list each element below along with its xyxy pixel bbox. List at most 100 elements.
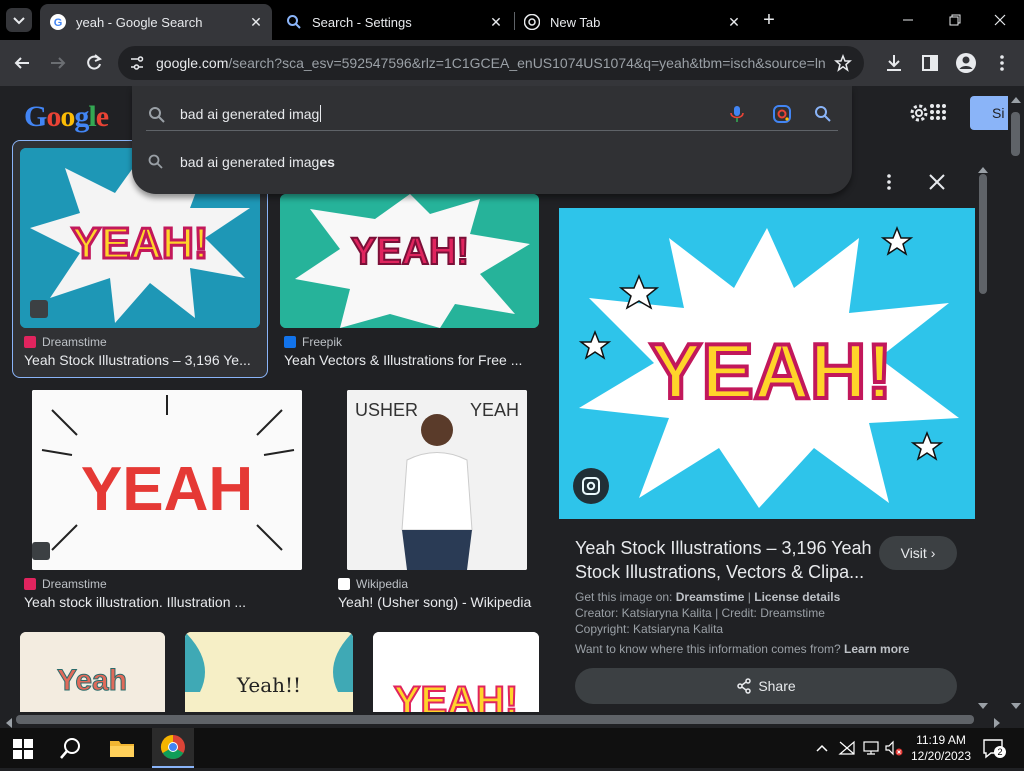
close-icon[interactable]: ✕ (486, 14, 506, 31)
ethernet-status-button[interactable] (862, 740, 880, 756)
volume-button[interactable] (884, 740, 904, 756)
panel-more-button[interactable] (877, 170, 901, 194)
scroll-right-icon[interactable] (994, 715, 1002, 728)
get-image-source-link[interactable]: Dreamstime (676, 590, 745, 604)
side-panel-button[interactable] (918, 51, 942, 75)
site-info-icon[interactable] (128, 54, 146, 72)
freepik-icon (284, 336, 296, 348)
search-submit-icon[interactable] (814, 105, 832, 123)
show-hidden-icons-button[interactable] (814, 740, 830, 756)
panel-close-button[interactable] (925, 170, 949, 194)
result-source[interactable]: Dreamstime (24, 577, 107, 591)
taskbar-search-button[interactable] (58, 736, 84, 762)
result-image-5[interactable]: Yeah (20, 632, 165, 712)
comic-burst-image: YEAH! (280, 194, 539, 328)
address-bar[interactable]: google.com/search?sca_esv=592547596&rlz=… (118, 46, 864, 80)
voice-search-icon[interactable] (728, 104, 746, 124)
chevron-up-icon (816, 744, 828, 752)
url-text[interactable]: google.com/search?sca_esv=592547596&rlz=… (156, 55, 826, 71)
result-source[interactable]: Freepik (284, 335, 342, 349)
downloads-button[interactable] (882, 51, 906, 75)
start-button[interactable] (12, 738, 34, 760)
visit-button[interactable]: Visit › (879, 536, 957, 570)
tab-yeah-google-search[interactable]: G yeah - Google Search ✕ (40, 4, 272, 40)
result-source[interactable]: Wikipedia (338, 577, 408, 591)
result-title[interactable]: Yeah stock illustration. Illustration ..… (24, 594, 274, 610)
image-text-right: YEAH (470, 400, 519, 420)
panel-scrollbar[interactable] (976, 156, 990, 712)
album-cover-image: USHER YEAH (347, 390, 527, 570)
chrome-icon (524, 14, 540, 30)
confetti-image: Yeah!! (185, 632, 353, 712)
new-tab-button[interactable]: + (758, 8, 780, 32)
network-icon (838, 740, 855, 755)
close-icon[interactable]: ✕ (246, 14, 266, 31)
panel-scroll-thumb[interactable] (979, 174, 987, 294)
result-image-3[interactable]: YEAH (32, 390, 302, 570)
scroll-left-icon[interactable] (4, 715, 12, 728)
license-details-link[interactable]: License details (754, 590, 840, 604)
restore-button[interactable] (942, 8, 966, 32)
reload-button[interactable] (82, 51, 106, 75)
page-vertical-scrollbar[interactable] (1008, 86, 1024, 712)
page-hscroll-thumb[interactable] (16, 715, 974, 724)
image-text: YEAH! (72, 219, 209, 268)
share-button[interactable]: Share (575, 668, 957, 704)
page-scroll-thumb[interactable] (1011, 112, 1020, 156)
result-title[interactable]: Yeah! (Usher song) - Wikipedia (338, 594, 548, 610)
search-icon (287, 15, 301, 29)
scroll-down-icon[interactable] (1011, 698, 1021, 709)
result-source[interactable]: Dreamstime (24, 335, 107, 349)
tab-search-button[interactable] (6, 8, 32, 32)
browser-menu-button[interactable] (990, 51, 1014, 75)
tab-new-tab[interactable]: New Tab ✕ (514, 4, 750, 40)
panel-scroll-up-icon[interactable] (978, 160, 988, 173)
apps-grid-icon[interactable] (928, 102, 948, 122)
tab-title: New Tab (550, 14, 601, 30)
search-input[interactable]: bad ai generated imag (180, 106, 319, 122)
tab-search-settings[interactable]: Search - Settings ✕ (276, 4, 512, 40)
google-logo[interactable]: Google (24, 100, 109, 134)
bookmark-star-icon[interactable] (834, 54, 852, 72)
image-text: YEAH (81, 455, 253, 524)
dreamstime-icon (24, 336, 36, 348)
google-g-icon: G (50, 14, 66, 30)
result-title[interactable]: Yeah Vectors & Illustrations for Free ..… (284, 352, 534, 368)
result-image-6[interactable]: Yeah!! (185, 632, 353, 712)
profile-button[interactable] (954, 51, 978, 75)
plus-icon: + (763, 9, 775, 31)
page-horizontal-scrollbar[interactable] (0, 712, 1008, 728)
info-question: Want to know where this information come… (575, 642, 841, 656)
notification-count: 2 (994, 746, 1006, 758)
file-explorer-button[interactable] (108, 736, 136, 760)
panel-main-image[interactable]: YEAH! (559, 208, 975, 519)
text-caret (320, 105, 321, 122)
visit-label: Visit (900, 545, 927, 561)
forward-button[interactable] (46, 51, 70, 75)
sign-in-button[interactable]: Si (970, 96, 1010, 130)
scroll-up-icon[interactable] (1011, 90, 1021, 103)
tab-strip: G yeah - Google Search ✕ Search - Settin… (0, 0, 1024, 40)
result-image-4[interactable]: USHER YEAH (347, 390, 527, 570)
lens-search-icon[interactable] (772, 104, 792, 124)
notifications-button[interactable]: 2 (982, 738, 1006, 760)
monitor-icon (863, 741, 879, 755)
minimize-button[interactable] (896, 8, 920, 32)
settings-gear-icon[interactable] (908, 102, 930, 124)
result-image-2[interactable]: YEAH! (280, 194, 539, 328)
back-button[interactable] (10, 51, 34, 75)
system-clock[interactable]: 11:19 AM 12/20/2023 (908, 732, 974, 764)
chrome-taskbar-button[interactable] (152, 728, 194, 768)
arrow-right-icon (51, 57, 66, 69)
close-icon[interactable]: ✕ (724, 14, 744, 31)
url-host: google.com (156, 55, 229, 71)
network-status-button[interactable] (838, 740, 856, 756)
close-window-button[interactable] (988, 8, 1012, 32)
lens-button[interactable] (573, 468, 609, 504)
result-image-7[interactable]: YEAH! (373, 632, 539, 712)
result-title[interactable]: Yeah Stock Illustrations – 3,196 Ye... (24, 352, 260, 368)
suggestion-item[interactable]: bad ai generated images (132, 136, 852, 186)
panel-scroll-down-icon[interactable] (978, 698, 988, 709)
learn-more-link[interactable]: Learn more (844, 642, 909, 656)
panel-image-title[interactable]: Yeah Stock Illustrations – 3,196 Yeah St… (575, 536, 875, 584)
